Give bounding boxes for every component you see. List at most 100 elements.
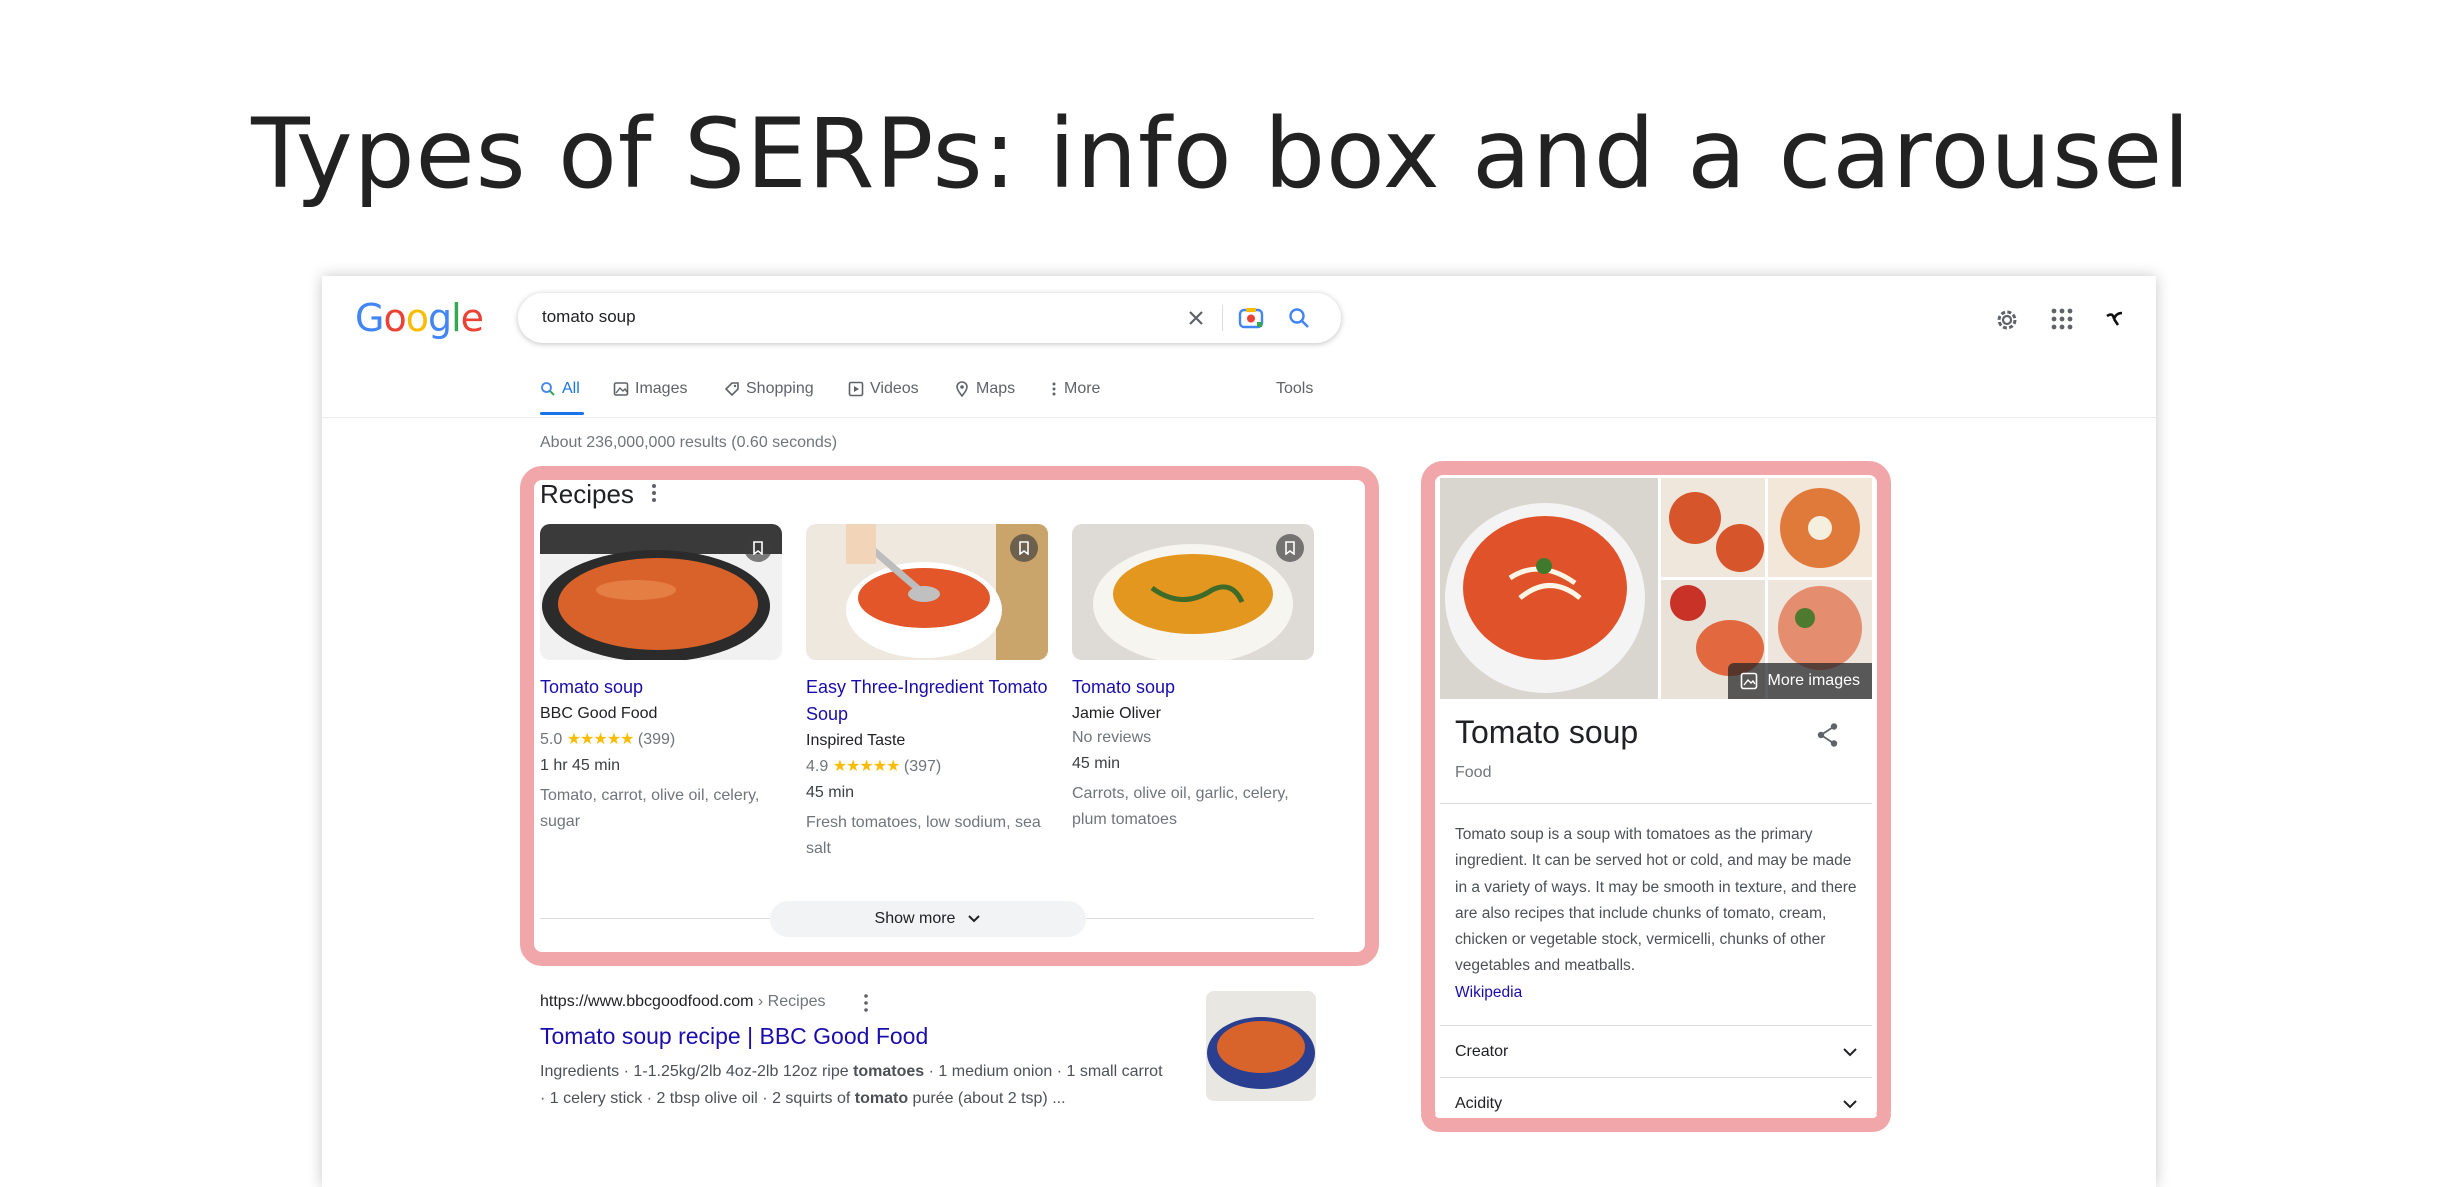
lens-camera-icon[interactable]: [1238, 306, 1264, 330]
snippet-text: purée (about 2 tsp) ...: [908, 1090, 1066, 1107]
google-logo[interactable]: Google: [355, 296, 484, 340]
logo-letter: l: [451, 296, 462, 340]
image-icon: [613, 382, 629, 396]
snippet-line: · 1 celery stick · 2 tbsp olive oil · 2 …: [540, 1085, 1198, 1112]
logo-letter: e: [460, 296, 484, 340]
recipe-ingredients: Carrots, olive oil, garlic, celery, plum…: [1072, 785, 1289, 828]
active-tab-indicator: [540, 412, 584, 415]
recipe-title[interactable]: Tomato soup: [1072, 674, 1314, 701]
recipe-time: 45 min: [1072, 755, 1121, 772]
slide-title: Types of SERPs: info box and a carousel: [251, 98, 2191, 210]
logo-letter: o: [383, 296, 406, 340]
more-vert-icon: [1052, 382, 1056, 396]
recipe-rating: No reviews: [1072, 729, 1152, 746]
panel-row-creator[interactable]: Creator: [1455, 1027, 1858, 1077]
serp-screenshot: Google tomato soup All Images Shopping V…: [322, 276, 2156, 1187]
tag-icon: [724, 382, 739, 397]
recipe-ingredients: Tomato, carrot, olive oil, celery, sugar: [540, 787, 760, 830]
result-breadcrumb: › Recipes: [757, 993, 826, 1010]
recipe-rating: 5.0 ★★★★★ (399): [540, 729, 782, 749]
tab-label: Videos: [870, 380, 919, 397]
account-avatar-icon[interactable]: [2105, 310, 2125, 328]
search-input[interactable]: tomato soup: [542, 307, 636, 327]
description-text: Tomato soup is a soup with tomatoes as t…: [1455, 826, 1857, 975]
rating-stars: ★★★★★: [566, 731, 635, 748]
tools-button[interactable]: Tools: [1276, 380, 1313, 398]
snippet-line: Ingredients · 1-1.25kg/2lb 4oz-2lb 12oz …: [540, 1058, 1198, 1085]
search-icon[interactable]: [1287, 306, 1311, 330]
settings-gear-icon[interactable]: [1993, 306, 2021, 334]
pin-icon: [956, 381, 968, 397]
image-icon: [1740, 672, 1757, 690]
tab-videos[interactable]: Videos: [848, 380, 919, 398]
recipe-source: Jamie Oliver: [1072, 705, 1161, 722]
snippet-text: Ingredients · 1-1.25kg/2lb 4oz-2lb 12oz …: [540, 1063, 854, 1080]
recipe-image[interactable]: [1072, 524, 1314, 660]
tab-all[interactable]: All: [540, 380, 580, 398]
snippet-text: · 1 celery stick · 2 tbsp olive oil · 2 …: [540, 1090, 855, 1107]
panel-divider: [1440, 1077, 1872, 1078]
recipe-ingredients: Fresh tomatoes, low sodium, sea salt: [806, 814, 1041, 857]
recipe-time: 45 min: [806, 784, 855, 801]
result-stats: About 236,000,000 results (0.60 seconds): [540, 434, 838, 451]
review-count: (399): [637, 731, 676, 748]
tab-shopping[interactable]: Shopping: [724, 380, 814, 398]
recipe-image[interactable]: [540, 524, 782, 660]
tab-label: Shopping: [746, 380, 814, 397]
snippet-text: · 1 medium onion · 1 small carrot: [924, 1063, 1163, 1080]
recipe-title[interactable]: Tomato soup: [540, 674, 782, 701]
tab-label: Images: [635, 380, 688, 397]
more-vert-icon[interactable]: [650, 482, 658, 504]
show-more-button[interactable]: Show more: [770, 901, 1086, 937]
recipe-rating: 4.9 ★★★★★ (397): [806, 756, 1048, 776]
tab-maps[interactable]: Maps: [954, 380, 1015, 398]
apps-grid-icon[interactable]: [2050, 307, 2074, 331]
bookmark-icon[interactable]: [744, 534, 772, 562]
panel-row-label: Creator: [1455, 1043, 1509, 1060]
result-title[interactable]: Tomato soup recipe | BBC Good Food: [540, 1023, 928, 1050]
bookmark-icon[interactable]: [1010, 534, 1038, 562]
tab-label: All: [562, 380, 580, 397]
more-images-button[interactable]: More images: [1727, 663, 1872, 699]
tab-label: Maps: [976, 380, 1016, 397]
wikipedia-link[interactable]: Wikipedia: [1455, 980, 1865, 1006]
clear-icon[interactable]: [1186, 308, 1206, 328]
snippet-highlight: tomatoes: [853, 1063, 925, 1080]
recipe-image[interactable]: [806, 524, 1048, 660]
bookmark-icon[interactable]: [1276, 534, 1304, 562]
rating-value: 5.0: [540, 731, 563, 748]
tools-label: Tools: [1276, 380, 1314, 397]
play-icon: [848, 381, 864, 397]
chevron-down-icon: [968, 915, 981, 923]
knowledge-panel-highlight-bottom: [1421, 1114, 1891, 1132]
recipe-source: Inspired Taste: [806, 732, 906, 749]
rating-value: 4.9: [806, 758, 829, 775]
knowledge-panel-subtitle: Food: [1455, 764, 1492, 781]
show-more-label: Show more: [874, 910, 956, 927]
recipe-card-1[interactable]: Tomato soup BBC Good Food 5.0 ★★★★★ (399…: [540, 674, 782, 835]
header-divider: [322, 417, 2156, 418]
chevron-down-icon: [1843, 1048, 1857, 1057]
result-thumbnail[interactable]: [1206, 991, 1316, 1101]
more-vert-icon[interactable]: [862, 993, 870, 1013]
recipe-card-3[interactable]: Tomato soup Jamie Oliver No reviews 45 m…: [1072, 674, 1314, 833]
knowledge-panel-images[interactable]: More images: [1440, 478, 1872, 699]
panel-divider: [1440, 803, 1872, 804]
snippet-highlight: tomato: [854, 1090, 909, 1107]
chevron-down-icon: [1843, 1100, 1857, 1109]
recipe-time: 1 hr 45 min: [540, 757, 621, 774]
tab-images[interactable]: Images: [613, 380, 687, 398]
recipe-card-2[interactable]: Easy Three-Ingredient Tomato Soup Inspir…: [806, 674, 1048, 862]
search-icon: [541, 382, 555, 396]
logo-letter: o: [405, 296, 429, 340]
logo-letter: g: [427, 296, 452, 340]
share-icon[interactable]: [1816, 722, 1840, 748]
knowledge-panel-title: Tomato soup: [1455, 714, 1639, 750]
tab-more[interactable]: More: [1046, 380, 1100, 398]
result-image: [1206, 991, 1316, 1101]
result-url[interactable]: https://www.bbcgoodfood.com › Recipes: [540, 993, 825, 1011]
search-box: tomato soup: [518, 293, 1341, 343]
review-count: (397): [903, 758, 942, 775]
panel-divider: [1440, 1025, 1872, 1026]
recipe-title[interactable]: Easy Three-Ingredient Tomato Soup: [806, 674, 1048, 728]
